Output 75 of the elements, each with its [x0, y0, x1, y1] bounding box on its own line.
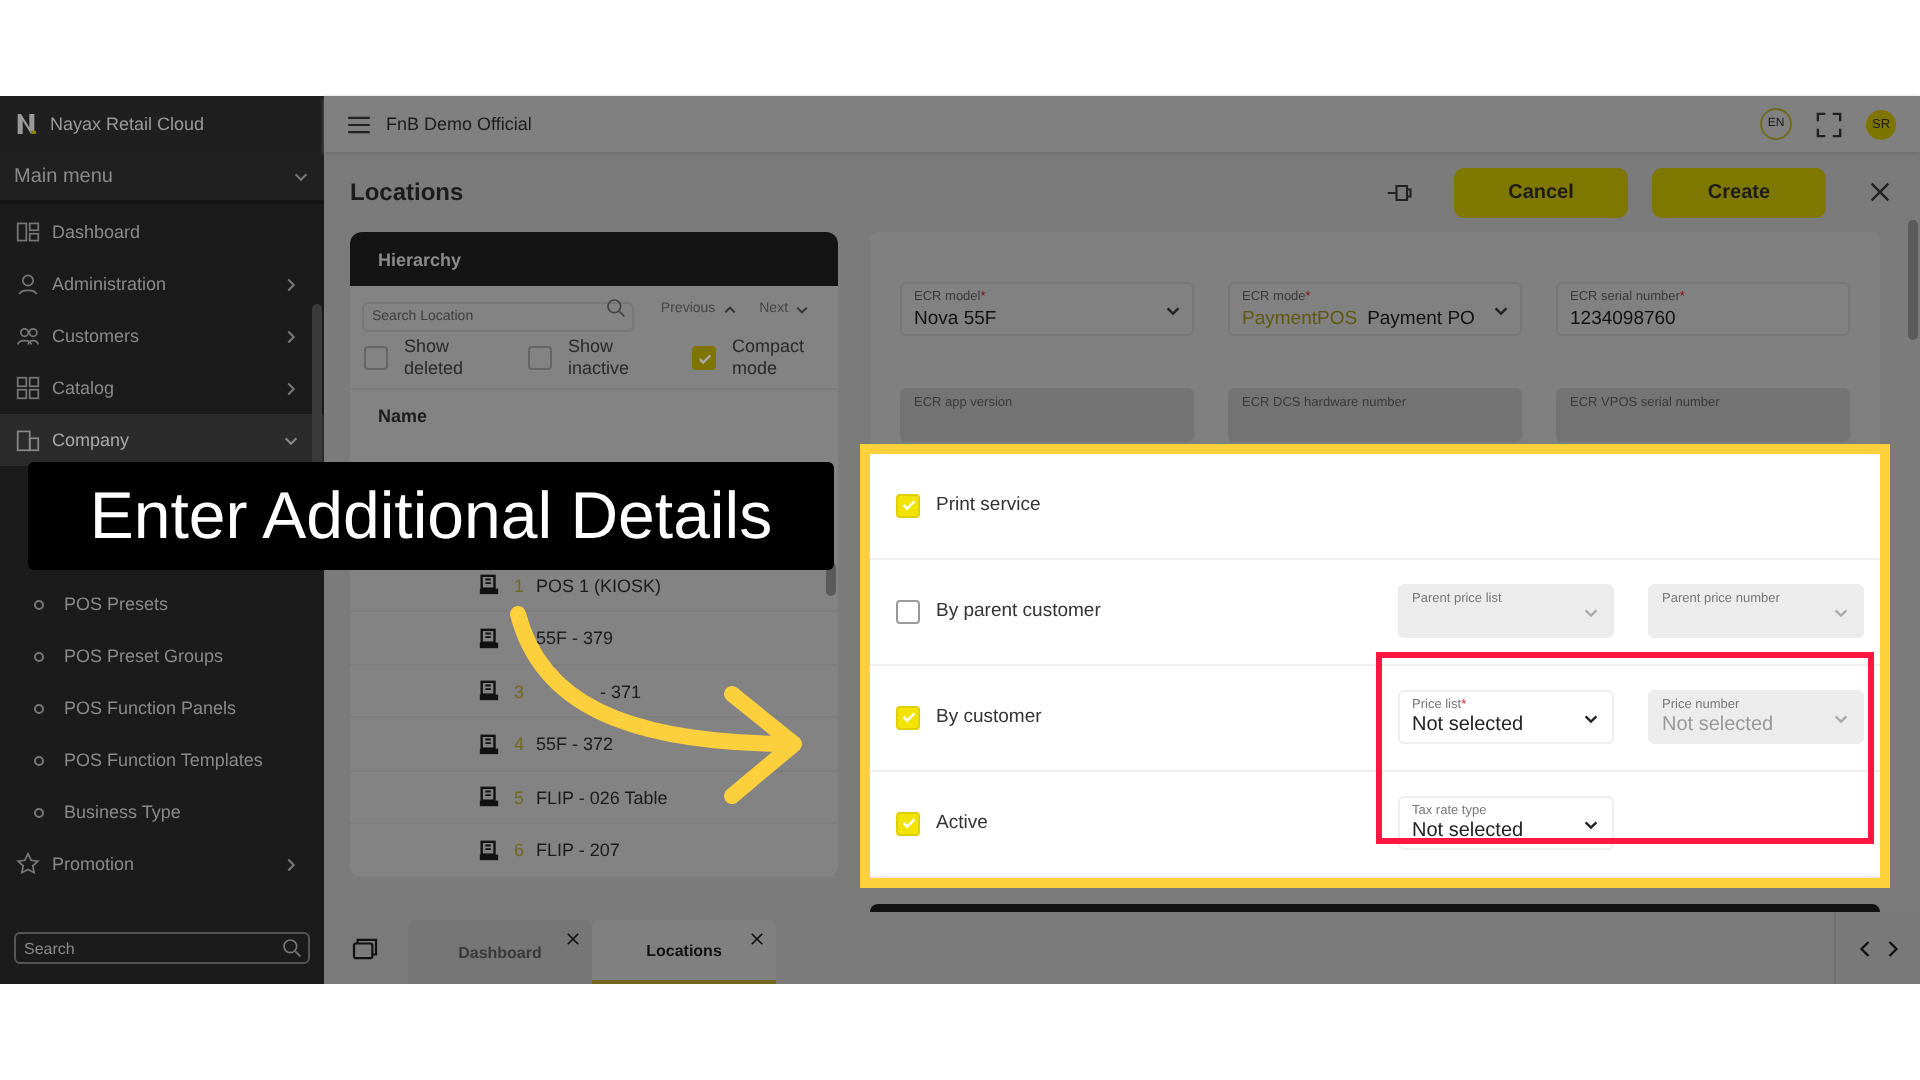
grid-icon: [16, 376, 40, 400]
sidebar-item[interactable]: Dashboard: [0, 206, 324, 258]
sidebar-subitem[interactable]: Business Type: [0, 786, 324, 838]
tree-row[interactable]: 55F - 379: [350, 612, 838, 666]
close-icon[interactable]: [566, 932, 580, 946]
terminal-icon: [478, 839, 500, 862]
chevron-down-icon: [1832, 710, 1850, 729]
users-icon: [16, 324, 40, 348]
sidebar-subitem[interactable]: POS Preset Groups: [0, 630, 324, 682]
chevron-down-icon[interactable]: [794, 301, 810, 318]
sidebar-subitem[interactable]: POS Presets: [0, 578, 324, 630]
sidebar-search-field[interactable]: Search: [14, 932, 310, 964]
terminal-icon: [478, 733, 500, 756]
fullscreen-icon[interactable]: [1816, 111, 1842, 137]
pin-icon[interactable]: [1386, 181, 1414, 203]
star-icon: [16, 852, 40, 876]
menu-icon[interactable]: [348, 115, 370, 133]
chevron-down-icon: [1582, 710, 1600, 729]
chevron-up-icon[interactable]: [721, 301, 738, 318]
app-name: Nayax Retail Cloud: [50, 114, 205, 134]
checkbox-label: Show inactive: [568, 336, 632, 381]
checkbox-label: Print service: [936, 494, 1041, 517]
checkmark-icon: [695, 349, 713, 368]
building-icon: [16, 428, 40, 452]
search-icon[interactable]: [606, 298, 627, 319]
windows-icon[interactable]: [352, 937, 378, 959]
tree-row[interactable]: 5 FLIP - 026 Table: [350, 771, 838, 825]
checkbox-label: Show deleted: [404, 336, 466, 381]
sidebar-item[interactable]: Customers: [0, 310, 324, 362]
checkmark-icon: [899, 708, 917, 727]
chevron-down-icon: [1582, 604, 1600, 623]
sidebar-item[interactable]: Catalog: [0, 362, 324, 414]
terminal-icon: [478, 574, 500, 597]
organization-name: FnB Demo Official: [386, 114, 532, 134]
checkbox[interactable]: [692, 346, 716, 371]
chevron-down-icon: [1832, 604, 1850, 623]
user-icon: [16, 272, 40, 296]
action-button[interactable]: Create: [1652, 167, 1826, 217]
terminal-icon: [478, 680, 500, 703]
logo-icon: [16, 112, 36, 136]
search-icon[interactable]: [282, 938, 302, 958]
action-button[interactable]: Cancel: [1454, 167, 1628, 217]
tree-row[interactable]: 3 - 371: [350, 665, 838, 719]
sidebar-subitem[interactable]: POS Function Templates: [0, 734, 324, 786]
tree-row[interactable]: 6 FLIP - 207: [350, 824, 838, 878]
sidebar-item[interactable]: Company: [0, 414, 324, 466]
tree-row[interactable]: 4 55F - 372: [350, 718, 838, 772]
dashboard-icon: [16, 220, 40, 244]
checkmark-icon: [899, 814, 917, 833]
page-title: Locations: [350, 178, 464, 206]
terminal-icon: [478, 786, 500, 809]
close-icon[interactable]: [1870, 182, 1890, 202]
checkbox-label: By customer: [936, 706, 1042, 729]
tab[interactable]: Locations: [592, 920, 776, 984]
checkmark-icon: [899, 496, 917, 515]
sidebar-subitem[interactable]: POS Function Panels: [0, 682, 324, 734]
checkbox-label: Active: [936, 812, 988, 835]
tab[interactable]: Dashboard: [408, 920, 592, 984]
close-icon[interactable]: [750, 932, 764, 946]
chevron-down-icon: [1582, 816, 1600, 835]
sidebar-item[interactable]: Promotion: [0, 838, 324, 890]
column-header: Name: [378, 406, 428, 427]
scrollbar[interactable]: [1908, 220, 1918, 340]
main-menu-dropdown[interactable]: Main menu: [0, 152, 324, 204]
terminal-icon: [478, 627, 500, 650]
checkbox[interactable]: [896, 599, 920, 624]
panel-title: Hierarchy: [378, 249, 462, 270]
checkbox[interactable]: [528, 346, 552, 371]
chevron-left-icon[interactable]: [1857, 939, 1871, 957]
callout-tooltip: Enter Additional Details: [28, 462, 834, 570]
sidebar-item[interactable]: Administration: [0, 258, 324, 310]
chevron-right-icon[interactable]: [1885, 939, 1899, 957]
checkbox[interactable]: [364, 346, 388, 371]
checkbox-label: Compact mode: [732, 336, 807, 381]
checkbox-label: By parent customer: [936, 600, 1101, 623]
